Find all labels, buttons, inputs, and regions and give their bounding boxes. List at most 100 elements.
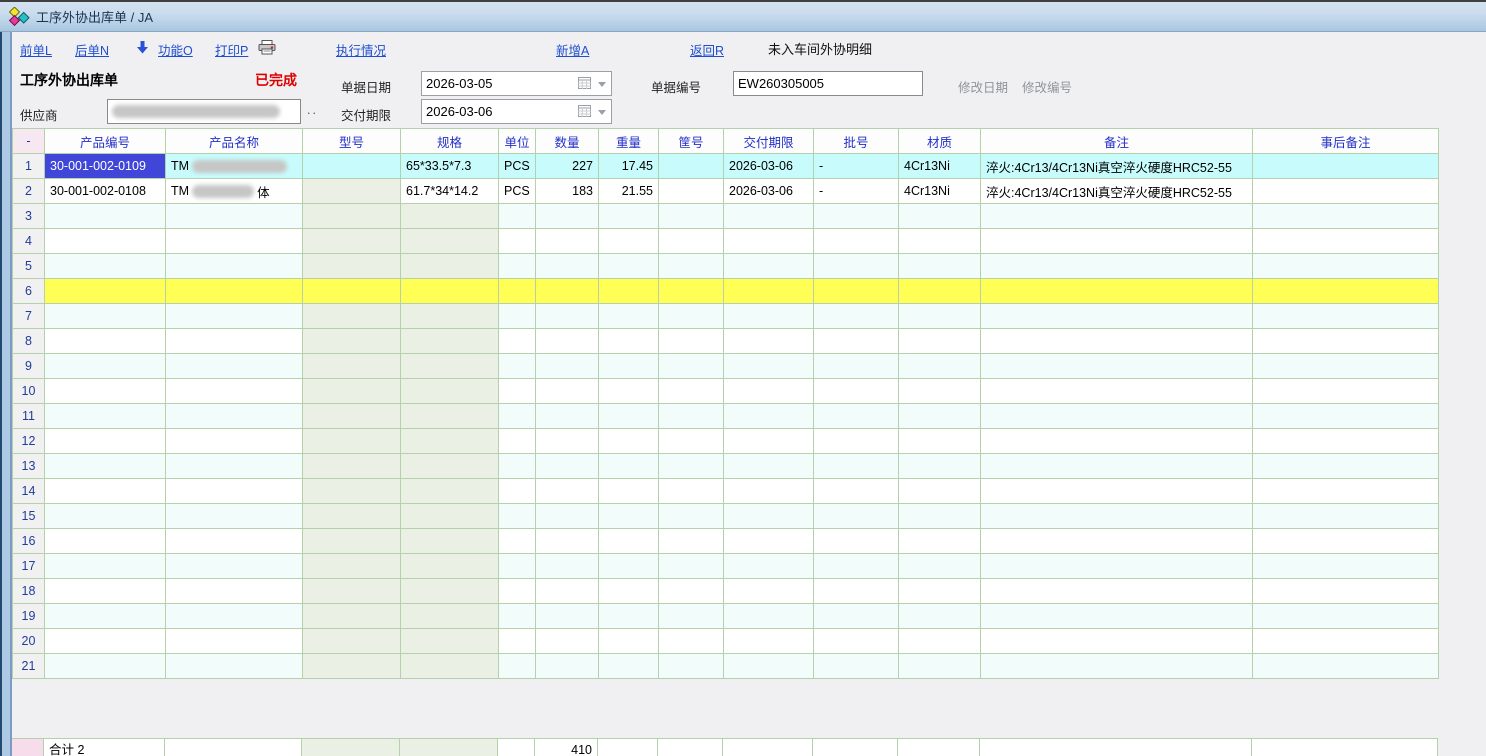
table-cell-basket[interactable] xyxy=(659,329,724,353)
column-header-name[interactable]: 产品名称 xyxy=(166,129,303,153)
table-cell-code[interactable] xyxy=(45,579,166,603)
table-cell-model[interactable] xyxy=(303,354,401,378)
table-cell-code[interactable] xyxy=(45,354,166,378)
table-cell-unit[interactable] xyxy=(499,529,536,553)
table-cell-material[interactable] xyxy=(899,204,981,228)
table-cell-deliver[interactable] xyxy=(724,579,814,603)
table-cell-qty[interactable] xyxy=(536,604,599,628)
table-cell-post_remark[interactable] xyxy=(1253,504,1439,528)
table-cell-basket[interactable] xyxy=(659,354,724,378)
table-cell-post_remark[interactable] xyxy=(1253,329,1439,353)
table-cell-unit[interactable] xyxy=(499,579,536,603)
table-cell-spec[interactable] xyxy=(401,604,499,628)
table-cell-batch[interactable] xyxy=(814,379,899,403)
table-cell-material[interactable] xyxy=(899,279,981,303)
table-cell-spec[interactable] xyxy=(401,504,499,528)
table-cell-rownum[interactable]: 15 xyxy=(13,504,45,528)
table-cell-basket[interactable] xyxy=(659,229,724,253)
table-cell-batch[interactable] xyxy=(814,304,899,328)
table-cell-model[interactable] xyxy=(303,629,401,653)
table-cell-model[interactable] xyxy=(303,379,401,403)
table-cell-weight[interactable] xyxy=(599,304,659,328)
doc-date-input[interactable]: 2026-03-05 xyxy=(421,71,612,96)
table-cell-qty[interactable] xyxy=(536,279,599,303)
table-cell-basket[interactable] xyxy=(659,404,724,428)
column-header-material[interactable]: 材质 xyxy=(899,129,981,153)
table-cell-name[interactable] xyxy=(166,579,303,603)
supplier-input[interactable] xyxy=(107,99,301,124)
table-cell-batch[interactable] xyxy=(814,504,899,528)
table-cell-deliver[interactable] xyxy=(724,629,814,653)
table-cell-code[interactable] xyxy=(45,504,166,528)
table-cell-model[interactable] xyxy=(303,304,401,328)
table-cell-material[interactable] xyxy=(899,304,981,328)
table-cell-rownum[interactable]: 18 xyxy=(13,579,45,603)
table-cell-unit[interactable] xyxy=(499,279,536,303)
table-cell-qty[interactable] xyxy=(536,579,599,603)
table-cell-rownum[interactable]: 13 xyxy=(13,454,45,478)
table-cell-post_remark[interactable] xyxy=(1253,454,1439,478)
column-header-batch[interactable]: 批号 xyxy=(814,129,899,153)
table-cell-batch[interactable] xyxy=(814,579,899,603)
table-cell-post_remark[interactable] xyxy=(1253,654,1439,678)
table-cell-code[interactable] xyxy=(45,454,166,478)
table-cell-deliver[interactable] xyxy=(724,654,814,678)
table-cell-post_remark[interactable] xyxy=(1253,404,1439,428)
chevron-down-icon[interactable] xyxy=(598,110,606,115)
table-cell-weight[interactable] xyxy=(599,279,659,303)
table-cell-unit[interactable] xyxy=(499,604,536,628)
table-cell-remark[interactable] xyxy=(981,579,1253,603)
table-cell-material[interactable]: 4Cr13Ni xyxy=(899,179,981,203)
table-cell-rownum[interactable]: 14 xyxy=(13,479,45,503)
table-cell-remark[interactable] xyxy=(981,629,1253,653)
table-cell-spec[interactable] xyxy=(401,279,499,303)
column-header-spec[interactable]: 规格 xyxy=(401,129,499,153)
table-cell-batch[interactable] xyxy=(814,279,899,303)
next-doc-button[interactable]: 后单N xyxy=(75,40,109,59)
table-cell-unit[interactable] xyxy=(499,204,536,228)
table-cell-name[interactable] xyxy=(166,429,303,453)
deliver-date-input[interactable]: 2026-03-06 xyxy=(421,99,612,124)
table-cell-batch[interactable]: - xyxy=(814,154,899,178)
title-bar[interactable]: 工序外协出库单 / JA xyxy=(0,2,1486,32)
table-cell-unit[interactable] xyxy=(499,629,536,653)
table-cell-material[interactable] xyxy=(899,404,981,428)
table-cell-deliver[interactable] xyxy=(724,229,814,253)
table-cell-remark[interactable] xyxy=(981,379,1253,403)
table-cell-model[interactable] xyxy=(303,579,401,603)
column-header-basket[interactable]: 筐号 xyxy=(659,129,724,153)
table-cell-deliver[interactable] xyxy=(724,529,814,553)
table-cell-deliver[interactable] xyxy=(724,504,814,528)
table-cell-model[interactable] xyxy=(303,429,401,453)
table-cell-rownum[interactable]: 20 xyxy=(13,629,45,653)
table-cell-post_remark[interactable] xyxy=(1253,154,1439,178)
table-cell-weight[interactable] xyxy=(599,454,659,478)
table-cell-model[interactable] xyxy=(303,479,401,503)
table-cell-model[interactable] xyxy=(303,654,401,678)
table-cell-basket[interactable] xyxy=(659,204,724,228)
table-cell-code[interactable] xyxy=(45,404,166,428)
table-cell-code[interactable] xyxy=(45,604,166,628)
table-cell-basket[interactable] xyxy=(659,454,724,478)
table-cell-post_remark[interactable] xyxy=(1253,554,1439,578)
table-cell-material[interactable] xyxy=(899,329,981,353)
column-header-model[interactable]: 型号 xyxy=(303,129,401,153)
table-cell-weight[interactable]: 17.45 xyxy=(599,154,659,178)
table-cell-weight[interactable] xyxy=(599,379,659,403)
table-cell-spec[interactable] xyxy=(401,529,499,553)
table-cell-qty[interactable] xyxy=(536,454,599,478)
table-cell-spec[interactable] xyxy=(401,454,499,478)
table-cell-qty[interactable] xyxy=(536,229,599,253)
table-cell-name[interactable] xyxy=(166,254,303,278)
table-cell-batch[interactable] xyxy=(814,204,899,228)
table-cell-rownum[interactable]: 8 xyxy=(13,329,45,353)
table-cell-post_remark[interactable] xyxy=(1253,279,1439,303)
table-cell-unit[interactable] xyxy=(499,429,536,453)
table-cell-name[interactable] xyxy=(166,404,303,428)
table-cell-material[interactable] xyxy=(899,654,981,678)
table-cell-basket[interactable] xyxy=(659,379,724,403)
table-cell-model[interactable] xyxy=(303,504,401,528)
table-cell-qty[interactable] xyxy=(536,379,599,403)
table-cell-remark[interactable] xyxy=(981,429,1253,453)
table-cell-name[interactable] xyxy=(166,529,303,553)
